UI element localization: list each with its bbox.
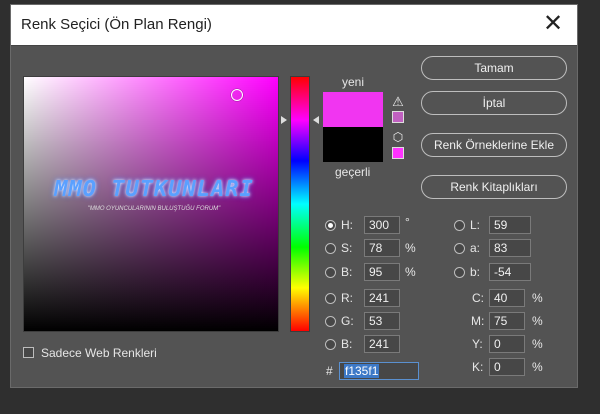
radio-lab-b[interactable] [454, 267, 465, 278]
input-h[interactable]: 300 [364, 216, 400, 234]
warning-icon[interactable]: ⚠ [391, 95, 405, 109]
unit-c: % [532, 291, 543, 305]
ok-button[interactable]: Tamam [421, 56, 567, 80]
watermark-title: MMO TUTKUNLARI [54, 177, 254, 202]
hex-input[interactable]: f135f1 [339, 362, 419, 380]
label-y: Y: [472, 337, 483, 351]
label-lab-b: b: [470, 265, 481, 279]
input-s[interactable]: 78 [364, 239, 400, 257]
gamut-warning-swatch[interactable] [392, 111, 404, 123]
new-color-label: yeni [342, 75, 365, 89]
input-a[interactable]: 83 [489, 239, 531, 257]
input-k[interactable]: 0 [489, 358, 525, 376]
radio-a[interactable] [454, 243, 465, 254]
hex-value: f135f1 [344, 364, 380, 378]
web-colors-checkbox[interactable] [23, 347, 34, 358]
unit-k: % [532, 360, 543, 374]
input-blue[interactable]: 241 [364, 335, 400, 353]
radio-h[interactable] [325, 220, 336, 231]
label-r: R: [341, 291, 353, 305]
input-lab-b[interactable]: -54 [489, 263, 531, 281]
cube-icon[interactable]: ⬡ [391, 130, 405, 144]
current-color-label: geçerli [335, 165, 371, 179]
label-b: B: [341, 265, 353, 279]
label-s: S: [341, 241, 353, 255]
color-field[interactable]: MMO TUTKUNLARI "MMO OYUNCULARININ BULUŞT… [23, 76, 279, 332]
hue-slider-handle-left[interactable] [281, 116, 287, 124]
label-h: H: [341, 218, 353, 232]
hue-slider-handle-right[interactable] [313, 116, 319, 124]
input-l[interactable]: 59 [489, 216, 531, 234]
dialog-title: Renk Seçici (Ön Plan Rengi) [21, 16, 212, 33]
watermark-subtitle: "MMO OYUNCULARININ BULUŞTUĞU FORUM" [87, 206, 221, 212]
label-k: K: [472, 360, 484, 374]
label-l: L: [470, 218, 481, 232]
radio-s[interactable] [325, 243, 336, 254]
input-m[interactable]: 75 [489, 312, 525, 330]
unit-m: % [532, 314, 543, 328]
radio-r[interactable] [325, 293, 336, 304]
input-g[interactable]: 53 [364, 312, 400, 330]
web-colors-label: Sadece Web Renkleri [41, 346, 157, 360]
radio-g[interactable] [325, 316, 336, 327]
input-y[interactable]: 0 [489, 335, 525, 353]
hue-slider[interactable] [290, 76, 310, 332]
input-r[interactable]: 241 [364, 289, 400, 307]
unit-b: % [405, 265, 416, 279]
color-libraries-button[interactable]: Renk Kitaplıkları [421, 175, 567, 199]
label-a: a: [470, 241, 481, 255]
close-icon[interactable]: ✕ [539, 10, 567, 38]
color-field-cursor[interactable] [231, 89, 243, 101]
radio-l[interactable] [454, 220, 465, 231]
radio-b[interactable] [325, 267, 336, 278]
title-bar: Renk Seçici (Ön Plan Rengi) ✕ [11, 5, 577, 46]
hex-label: # [326, 364, 333, 378]
input-c[interactable]: 40 [489, 289, 525, 307]
unit-h: ° [405, 215, 410, 229]
label-m: M: [471, 314, 485, 328]
color-picker-dialog: Renk Seçici (Ön Plan Rengi) ✕ MMO TUTKUN… [10, 4, 578, 388]
unit-s: % [405, 241, 416, 255]
unit-y: % [532, 337, 543, 351]
new-color-swatch [323, 92, 383, 127]
current-color-swatch[interactable] [323, 127, 383, 162]
input-b[interactable]: 95 [364, 263, 400, 281]
radio-blue[interactable] [325, 339, 336, 350]
add-to-swatches-button[interactable]: Renk Örneklerine Ekle [421, 133, 567, 157]
label-g: G: [341, 314, 354, 328]
cancel-button[interactable]: İptal [421, 91, 567, 115]
web-safe-swatch[interactable] [392, 147, 404, 159]
label-c: C: [472, 291, 484, 305]
label-blue: B: [341, 337, 353, 351]
